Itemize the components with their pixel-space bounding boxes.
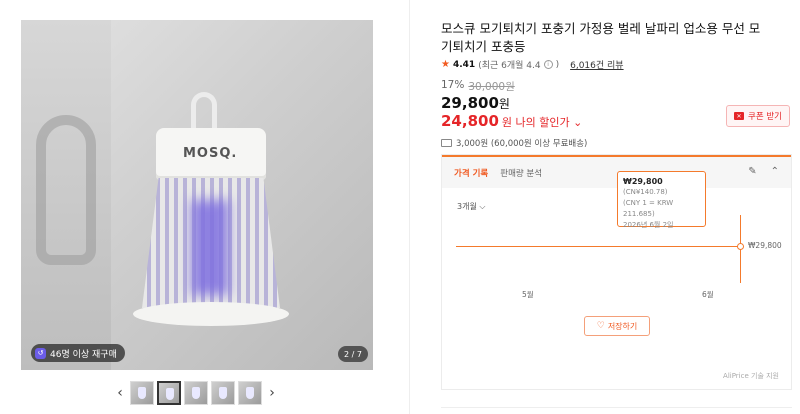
current-price-label: ₩29,800: [748, 241, 782, 250]
repurchase-text: 46명 이상 재구매: [50, 349, 117, 360]
coupon-label: 쿠폰 받기: [748, 112, 782, 122]
info-icon[interactable]: i: [543, 60, 553, 69]
shipping-text: 3,000원 (60,000원 이상 무료배송): [456, 139, 588, 149]
tracker-tools: ✎ ⌃: [748, 166, 779, 177]
repurchase-icon: ↺: [35, 347, 46, 359]
price-chart: ₩29,800: [456, 215, 782, 315]
rating-detail-close: ): [555, 59, 560, 70]
lamp-base: [133, 302, 289, 326]
product-title: 모스큐 모기퇴치기 포충기 가정용 벌레 날파리 업소용 무선 모기퇴치기 포충…: [441, 21, 761, 54]
tab-sales-analysis[interactable]: 판매량 분석: [500, 167, 542, 179]
tooltip-rate: (CNY 1 = KRW 211.685): [623, 199, 674, 218]
price-tooltip: ₩29,800 (CN¥140.78) (CNY 1 = KRW 211.685…: [617, 171, 706, 229]
x-tick-june: 6월: [702, 290, 714, 299]
tooltip-date: 2026년 6월 2일: [623, 221, 674, 229]
product-page: MOSQ. ↺ 46명 이상 재구매 2 / 7 ‹ › 모스큐 모기퇴치기 포…: [0, 0, 800, 414]
chevron-right-icon[interactable]: ›: [265, 381, 279, 405]
save-label: 저장하기: [607, 321, 638, 331]
sale-price-value: 29,800: [441, 94, 499, 112]
price-series-line: [456, 246, 740, 247]
rating-row: ★ 4.41 (최근 6개월 4.4 i ) 6,016건 리뷰: [441, 58, 624, 71]
background-vase: [36, 115, 96, 265]
bottom-divider: [441, 407, 792, 408]
chevron-up-icon[interactable]: ⌃: [771, 166, 779, 177]
star-icon: ★: [441, 59, 450, 70]
coupon-icon: ✕: [734, 112, 744, 120]
aliprice-credit: AliPrice 기술 지원: [723, 372, 779, 380]
x-tick-may: 5월: [522, 290, 534, 299]
discount-percent: 17%: [441, 79, 465, 91]
sale-price: 29,800원: [441, 94, 510, 112]
coupon-button[interactable]: ✕ 쿠폰 받기: [726, 105, 790, 127]
save-button[interactable]: ♡ 저장하기: [584, 316, 650, 336]
repurchase-badge: ↺ 46명 이상 재구매: [31, 344, 125, 362]
current-price-point[interactable]: [737, 243, 744, 250]
heart-icon: ♡: [596, 321, 605, 331]
thumbnail-3[interactable]: [184, 381, 208, 405]
thumbnail-1[interactable]: [130, 381, 154, 405]
tooltip-price: ₩29,800: [623, 177, 663, 186]
rating-detail: (최근 6개월 4.4: [478, 61, 541, 71]
edit-icon[interactable]: ✎: [748, 166, 756, 177]
tooltip-cny: (CN¥140.78): [623, 188, 668, 196]
thumbnail-2[interactable]: [157, 381, 181, 405]
period-select[interactable]: 3개월 ⌵: [457, 201, 485, 212]
my-discount-price: 24,800 원 나의 할인가 ⌄: [441, 112, 582, 130]
lamp-uv-light: [191, 200, 229, 295]
product-brand-print: MOSQ.: [183, 146, 238, 161]
my-price-dropdown[interactable]: 원 나의 할인가 ⌄: [502, 114, 582, 130]
price-tracker-panel: 가격 기록 판매량 분석 ✎ ⌃ 3개월 ⌵ ₩29,800 5월 6월 ₩29…: [441, 154, 792, 390]
sale-price-unit: 원: [498, 97, 510, 111]
rating-value: 4.41: [452, 59, 476, 70]
thumbnail-4[interactable]: [211, 381, 235, 405]
original-price: 30,000원: [468, 81, 515, 93]
discount-row: 17% 30,000원: [441, 79, 515, 94]
thumbnail-strip: ‹ ›: [113, 380, 283, 406]
lamp-top: MOSQ.: [156, 128, 266, 180]
product-main-image[interactable]: MOSQ. ↺ 46명 이상 재구매 2 / 7: [21, 20, 373, 370]
tab-price-history[interactable]: 가격 기록: [454, 167, 488, 179]
image-counter: 2 / 7: [338, 346, 368, 362]
panel-divider: [409, 0, 410, 414]
review-link[interactable]: 6,016건 리뷰: [570, 58, 623, 71]
my-price-value: 24,800: [441, 112, 499, 130]
chevron-left-icon[interactable]: ‹: [113, 381, 127, 405]
truck-icon: [441, 139, 452, 147]
thumbnail-5[interactable]: [238, 381, 262, 405]
shipping-info: 3,000원 (60,000원 이상 무료배송): [441, 137, 587, 149]
